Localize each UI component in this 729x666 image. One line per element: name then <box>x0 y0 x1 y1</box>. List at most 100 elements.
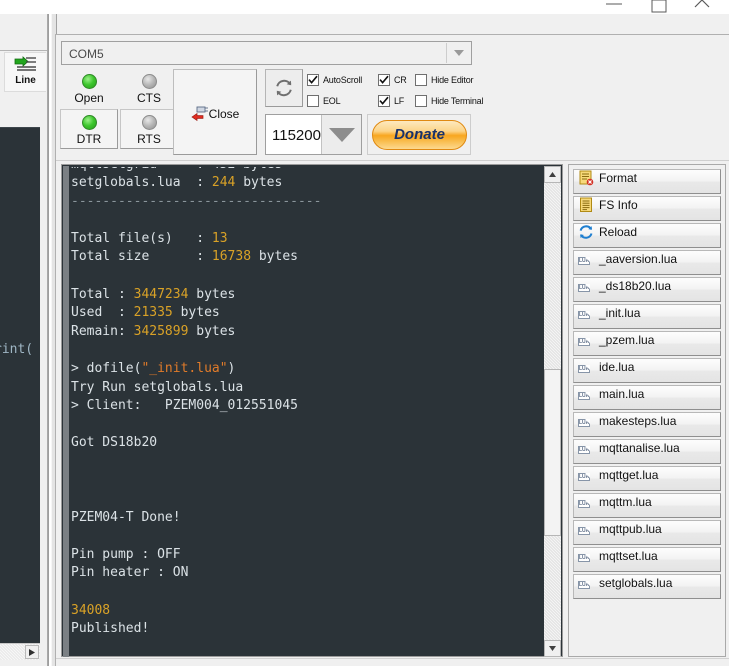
background-editor-window: Line rint( <box>0 14 48 666</box>
file-button[interactable]: LUA mqttget.lua <box>573 466 721 491</box>
triangle-down-icon[interactable] <box>544 640 561 657</box>
close-icon[interactable] <box>681 0 723 14</box>
file-button[interactable]: LUA _pzem.lua <box>573 331 721 356</box>
checkbox-autoscroll-box[interactable] <box>307 74 319 86</box>
file-button[interactable]: LUA mqttpub.lua <box>573 520 721 545</box>
file-button[interactable]: LUA _aaversion.lua <box>573 250 721 275</box>
file-button[interactable]: LUA makesteps.lua <box>573 412 721 437</box>
triangle-up-icon[interactable] <box>544 166 561 183</box>
lua-file-icon: LUA <box>578 284 591 292</box>
led-rts-button[interactable]: RTS <box>120 109 178 149</box>
file-button[interactable]: LUA mqttm.lua <box>573 493 721 518</box>
maximize-icon[interactable] <box>637 0 679 14</box>
format-button[interactable]: Format <box>573 169 721 194</box>
checkbox-hide-terminal-label: Hide Terminal <box>431 96 484 106</box>
minimize-icon[interactable] <box>593 0 635 14</box>
file-button-label: mqttanalise.lua <box>599 441 680 455</box>
checkbox-hide-terminal-box[interactable] <box>415 95 427 107</box>
refresh-ports-button[interactable] <box>265 69 303 107</box>
led-open[interactable]: Open <box>60 69 118 109</box>
outer-window-band <box>0 14 729 36</box>
checkbox-autoscroll-label: AutoScroll <box>323 75 363 85</box>
baud-rate-select[interactable]: 115200 <box>265 114 362 155</box>
lua-file-icon: LUA <box>578 446 591 454</box>
led-open-indicator <box>81 74 97 89</box>
terminal-line: Published! <box>71 621 150 637</box>
background-code-fragment: rint( <box>0 342 34 357</box>
terminal-line: > dofile("_init.lua") <box>71 360 236 376</box>
terminal-output-panel[interactable]: mqttsetgrid : 452 bytes setglobals.lua :… <box>61 164 563 657</box>
checkbox-hide-terminal[interactable]: Hide Terminal <box>415 95 483 107</box>
donate-button-wrap: Donate <box>367 114 471 155</box>
outer-titlebar <box>0 0 729 14</box>
lua-file-icon: LUA <box>578 527 591 535</box>
file-button[interactable]: LUA mqttset.lua <box>573 547 721 572</box>
terminal-scrollbar[interactable] <box>544 166 561 657</box>
led-rts-label: RTS <box>137 132 161 146</box>
lua-file-icon: LUA <box>578 311 591 319</box>
file-button-label: _aaversion.lua <box>599 252 678 266</box>
checkbox-eol-label: EOL <box>323 96 341 106</box>
file-button-label: main.lua <box>599 387 645 401</box>
scroll-right-icon[interactable] <box>25 645 39 659</box>
checkbox-eol-box[interactable] <box>307 95 319 107</box>
file-button[interactable]: LUA setglobals.lua <box>573 574 721 599</box>
background-editor-hscrollbar[interactable] <box>0 643 40 660</box>
terminal-line: Used : 21335 bytes <box>71 305 220 321</box>
terminal-text[interactable]: mqttsetgrid : 452 bytes setglobals.lua :… <box>71 167 541 654</box>
port-select[interactable]: COM5 <box>61 41 472 65</box>
lua-file-icon: LUA <box>578 581 591 589</box>
line-toolbar-button[interactable]: Line <box>4 52 46 92</box>
donate-button[interactable]: Donate <box>372 120 467 150</box>
file-list-panel: Format FS Info Reload LUA _aaversion.lua… <box>568 164 726 657</box>
fs-info-button[interactable]: FS Info <box>573 196 721 221</box>
led-dtr-button[interactable]: DTR <box>60 109 118 149</box>
background-editor-code[interactable]: rint( <box>0 127 40 643</box>
lua-file-icon: LUA <box>578 338 591 346</box>
terminal-line: Total file(s) : 13 <box>71 230 228 246</box>
serial-terminal-window: COM5 Open CTS DTR RTS Close AutoScroll E… <box>55 34 729 666</box>
terminal-line: Remain: 3425899 bytes <box>71 323 236 339</box>
triangle-down-icon[interactable] <box>321 115 361 154</box>
led-dtr-label: DTR <box>76 132 102 146</box>
terminal-line: Total : 3447234 bytes <box>71 286 236 302</box>
terminal-line: setglobals.lua : 244 bytes <box>71 175 283 190</box>
checkbox-eol[interactable]: EOL <box>307 95 341 107</box>
checkbox-hide-editor[interactable]: Hide Editor <box>415 74 474 86</box>
lua-file-icon: LUA <box>578 419 591 427</box>
port-select-value: COM5 <box>69 47 104 61</box>
led-cts[interactable]: CTS <box>120 69 178 109</box>
lua-file-icon: LUA <box>578 365 591 373</box>
terminal-scrollbar-thumb[interactable] <box>544 369 561 536</box>
file-button[interactable]: LUA _init.lua <box>573 304 721 329</box>
checkbox-autoscroll[interactable]: AutoScroll <box>307 74 362 86</box>
lua-file-icon: LUA <box>578 500 591 508</box>
chevron-down-icon[interactable] <box>446 43 470 63</box>
fs-info-button-label: FS Info <box>599 198 638 212</box>
file-button[interactable]: LUA ide.lua <box>573 358 721 383</box>
file-button[interactable]: LUA _ds18b20.lua <box>573 277 721 302</box>
checkbox-cr[interactable]: CR <box>378 74 407 86</box>
checkbox-lf-box[interactable] <box>378 95 390 107</box>
checkbox-hide-editor-label: Hide Editor <box>431 75 474 85</box>
file-button-label: mqttpub.lua <box>599 522 662 536</box>
lua-file-icon: LUA <box>578 554 591 562</box>
file-button[interactable]: LUA mqttanalise.lua <box>573 439 721 464</box>
checkbox-lf[interactable]: LF <box>378 95 404 107</box>
terminal-line: Pin heater : ON <box>71 565 189 581</box>
terminal-line: Total size : 16738 bytes <box>71 249 298 265</box>
lua-file-icon: LUA <box>578 257 591 265</box>
checkbox-cr-box[interactable] <box>378 74 390 86</box>
green-arrow-line-icon <box>5 56 46 74</box>
close-port-button[interactable]: Close <box>173 69 257 155</box>
led-open-label: Open <box>74 91 104 105</box>
file-button[interactable]: LUA main.lua <box>573 385 721 410</box>
checkbox-hide-editor-box[interactable] <box>415 74 427 86</box>
file-button-label: _pzem.lua <box>599 333 655 347</box>
reload-button[interactable]: Reload <box>573 223 721 248</box>
